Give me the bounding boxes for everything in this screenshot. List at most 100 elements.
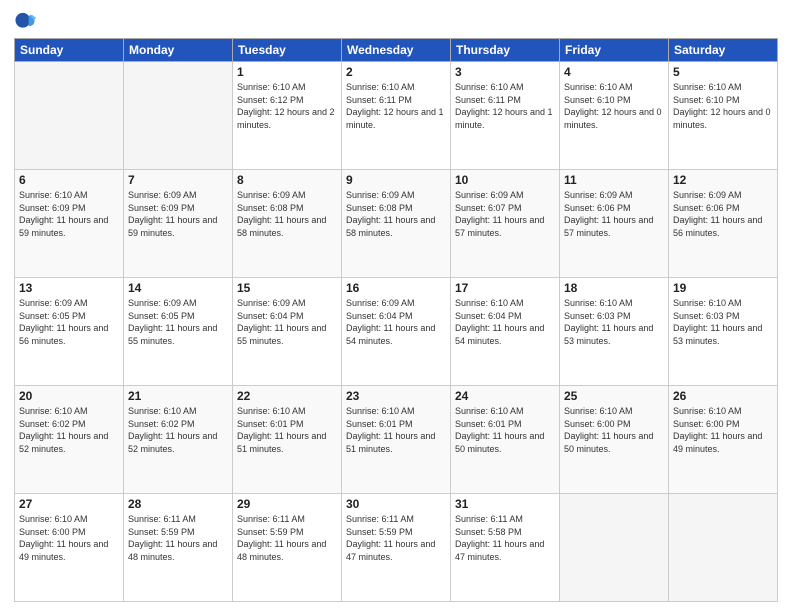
day-info: Sunrise: 6:10 AMSunset: 6:00 PMDaylight:… <box>673 405 773 455</box>
day-number: 5 <box>673 65 773 79</box>
logo <box>14 10 39 32</box>
day-number: 16 <box>346 281 446 295</box>
day-number: 26 <box>673 389 773 403</box>
day-info: Sunrise: 6:10 AMSunset: 6:01 PMDaylight:… <box>346 405 446 455</box>
day-number: 19 <box>673 281 773 295</box>
calendar-day-cell: 29 Sunrise: 6:11 AMSunset: 5:59 PMDayligh… <box>233 494 342 602</box>
day-number: 9 <box>346 173 446 187</box>
calendar-day-cell: 25 Sunrise: 6:10 AMSunset: 6:00 PMDayligh… <box>560 386 669 494</box>
day-info: Sunrise: 6:09 AMSunset: 6:06 PMDaylight:… <box>673 189 773 239</box>
calendar-day-cell: 4 Sunrise: 6:10 AMSunset: 6:10 PMDaylight… <box>560 62 669 170</box>
calendar-day-cell: 30 Sunrise: 6:11 AMSunset: 5:59 PMDayligh… <box>342 494 451 602</box>
day-info: Sunrise: 6:10 AMSunset: 6:03 PMDaylight:… <box>564 297 664 347</box>
calendar-table: SundayMondayTuesdayWednesdayThursdayFrid… <box>14 38 778 602</box>
calendar-day-cell: 27 Sunrise: 6:10 AMSunset: 6:00 PMDayligh… <box>15 494 124 602</box>
calendar-day-cell: 12 Sunrise: 6:09 AMSunset: 6:06 PMDayligh… <box>669 170 778 278</box>
day-number: 4 <box>564 65 664 79</box>
day-info: Sunrise: 6:10 AMSunset: 6:01 PMDaylight:… <box>237 405 337 455</box>
calendar-day-cell <box>560 494 669 602</box>
day-number: 23 <box>346 389 446 403</box>
day-info: Sunrise: 6:11 AMSunset: 5:59 PMDaylight:… <box>128 513 228 563</box>
day-info: Sunrise: 6:10 AMSunset: 6:02 PMDaylight:… <box>19 405 119 455</box>
page-header <box>14 10 778 32</box>
calendar-day-cell: 26 Sunrise: 6:10 AMSunset: 6:00 PMDayligh… <box>669 386 778 494</box>
day-number: 30 <box>346 497 446 511</box>
day-info: Sunrise: 6:10 AMSunset: 6:04 PMDaylight:… <box>455 297 555 347</box>
calendar-day-cell: 31 Sunrise: 6:11 AMSunset: 5:58 PMDayligh… <box>451 494 560 602</box>
day-number: 24 <box>455 389 555 403</box>
day-number: 29 <box>237 497 337 511</box>
calendar-day-cell: 14Sunrise: 6:09 AMSunset: 6:05 PMDayligh… <box>124 278 233 386</box>
day-info: Sunrise: 6:10 AMSunset: 6:03 PMDaylight:… <box>673 297 773 347</box>
calendar-day-cell <box>15 62 124 170</box>
calendar-day-cell: 16Sunrise: 6:09 AMSunset: 6:04 PMDayligh… <box>342 278 451 386</box>
calendar-day-cell: 21 Sunrise: 6:10 AMSunset: 6:02 PMDayligh… <box>124 386 233 494</box>
day-number: 18 <box>564 281 664 295</box>
day-info: Sunrise: 6:10 AMSunset: 6:10 PMDaylight:… <box>673 81 773 131</box>
day-info: Sunrise: 6:10 AMSunset: 6:00 PMDaylight:… <box>564 405 664 455</box>
calendar-header-tuesday: Tuesday <box>233 39 342 62</box>
day-number: 25 <box>564 389 664 403</box>
calendar-day-cell: 8 Sunrise: 6:09 AMSunset: 6:08 PMDaylight… <box>233 170 342 278</box>
day-number: 1 <box>237 65 337 79</box>
day-number: 2 <box>346 65 446 79</box>
calendar-day-cell: 24 Sunrise: 6:10 AMSunset: 6:01 PMDayligh… <box>451 386 560 494</box>
calendar-week-row: 6Sunrise: 6:10 AMSunset: 6:09 PMDaylight… <box>15 170 778 278</box>
day-number: 10 <box>455 173 555 187</box>
day-number: 15 <box>237 281 337 295</box>
calendar-day-cell: 9 Sunrise: 6:09 AMSunset: 6:08 PMDaylight… <box>342 170 451 278</box>
calendar-day-cell: 18 Sunrise: 6:10 AMSunset: 6:03 PMDayligh… <box>560 278 669 386</box>
day-info: Sunrise: 6:09 AMSunset: 6:09 PMDaylight:… <box>128 189 228 239</box>
calendar-day-cell: 28 Sunrise: 6:11 AMSunset: 5:59 PMDayligh… <box>124 494 233 602</box>
day-info: Sunrise: 6:11 AMSunset: 5:59 PMDaylight:… <box>346 513 446 563</box>
day-number: 22 <box>237 389 337 403</box>
calendar-header-saturday: Saturday <box>669 39 778 62</box>
day-info: Sunrise: 6:09 AMSunset: 6:05 PMDaylight:… <box>128 297 228 347</box>
logo-icon <box>14 10 36 32</box>
calendar-week-row: 27 Sunrise: 6:10 AMSunset: 6:00 PMDayligh… <box>15 494 778 602</box>
calendar-day-cell: 3 Sunrise: 6:10 AMSunset: 6:11 PMDaylight… <box>451 62 560 170</box>
calendar-day-cell: 6Sunrise: 6:10 AMSunset: 6:09 PMDaylight… <box>15 170 124 278</box>
day-number: 7 <box>128 173 228 187</box>
day-info: Sunrise: 6:10 AMSunset: 6:01 PMDaylight:… <box>455 405 555 455</box>
day-info: Sunrise: 6:09 AMSunset: 6:08 PMDaylight:… <box>237 189 337 239</box>
day-info: Sunrise: 6:10 AMSunset: 6:00 PMDaylight:… <box>19 513 119 563</box>
day-info: Sunrise: 6:09 AMSunset: 6:08 PMDaylight:… <box>346 189 446 239</box>
day-number: 28 <box>128 497 228 511</box>
calendar-day-cell <box>124 62 233 170</box>
calendar-day-cell: 20Sunrise: 6:10 AMSunset: 6:02 PMDayligh… <box>15 386 124 494</box>
calendar-day-cell: 17 Sunrise: 6:10 AMSunset: 6:04 PMDayligh… <box>451 278 560 386</box>
day-info: Sunrise: 6:10 AMSunset: 6:11 PMDaylight:… <box>346 81 446 131</box>
day-number: 27 <box>19 497 119 511</box>
day-info: Sunrise: 6:11 AMSunset: 5:58 PMDaylight:… <box>455 513 555 563</box>
day-info: Sunrise: 6:10 AMSunset: 6:02 PMDaylight:… <box>128 405 228 455</box>
day-number: 12 <box>673 173 773 187</box>
calendar-header-wednesday: Wednesday <box>342 39 451 62</box>
calendar-body: 1 Sunrise: 6:10 AMSunset: 6:12 PMDaylight… <box>15 62 778 602</box>
calendar-day-cell <box>669 494 778 602</box>
day-number: 8 <box>237 173 337 187</box>
calendar-day-cell: 22 Sunrise: 6:10 AMSunset: 6:01 PMDayligh… <box>233 386 342 494</box>
calendar-week-row: 1 Sunrise: 6:10 AMSunset: 6:12 PMDaylight… <box>15 62 778 170</box>
day-number: 3 <box>455 65 555 79</box>
day-number: 21 <box>128 389 228 403</box>
calendar-header-thursday: Thursday <box>451 39 560 62</box>
calendar-day-cell: 19 Sunrise: 6:10 AMSunset: 6:03 PMDayligh… <box>669 278 778 386</box>
calendar-day-cell: 7 Sunrise: 6:09 AMSunset: 6:09 PMDaylight… <box>124 170 233 278</box>
day-info: Sunrise: 6:09 AMSunset: 6:04 PMDaylight:… <box>237 297 337 347</box>
day-number: 11 <box>564 173 664 187</box>
day-number: 13 <box>19 281 119 295</box>
day-info: Sunrise: 6:10 AMSunset: 6:10 PMDaylight:… <box>564 81 664 131</box>
day-info: Sunrise: 6:11 AMSunset: 5:59 PMDaylight:… <box>237 513 337 563</box>
calendar-header-row: SundayMondayTuesdayWednesdayThursdayFrid… <box>15 39 778 62</box>
day-info: Sunrise: 6:10 AMSunset: 6:12 PMDaylight:… <box>237 81 337 131</box>
calendar-header-monday: Monday <box>124 39 233 62</box>
day-number: 17 <box>455 281 555 295</box>
day-info: Sunrise: 6:09 AMSunset: 6:07 PMDaylight:… <box>455 189 555 239</box>
day-number: 31 <box>455 497 555 511</box>
day-info: Sunrise: 6:10 AMSunset: 6:11 PMDaylight:… <box>455 81 555 131</box>
calendar-header-sunday: Sunday <box>15 39 124 62</box>
calendar-header-friday: Friday <box>560 39 669 62</box>
calendar-day-cell: 15 Sunrise: 6:09 AMSunset: 6:04 PMDayligh… <box>233 278 342 386</box>
calendar-day-cell: 13Sunrise: 6:09 AMSunset: 6:05 PMDayligh… <box>15 278 124 386</box>
